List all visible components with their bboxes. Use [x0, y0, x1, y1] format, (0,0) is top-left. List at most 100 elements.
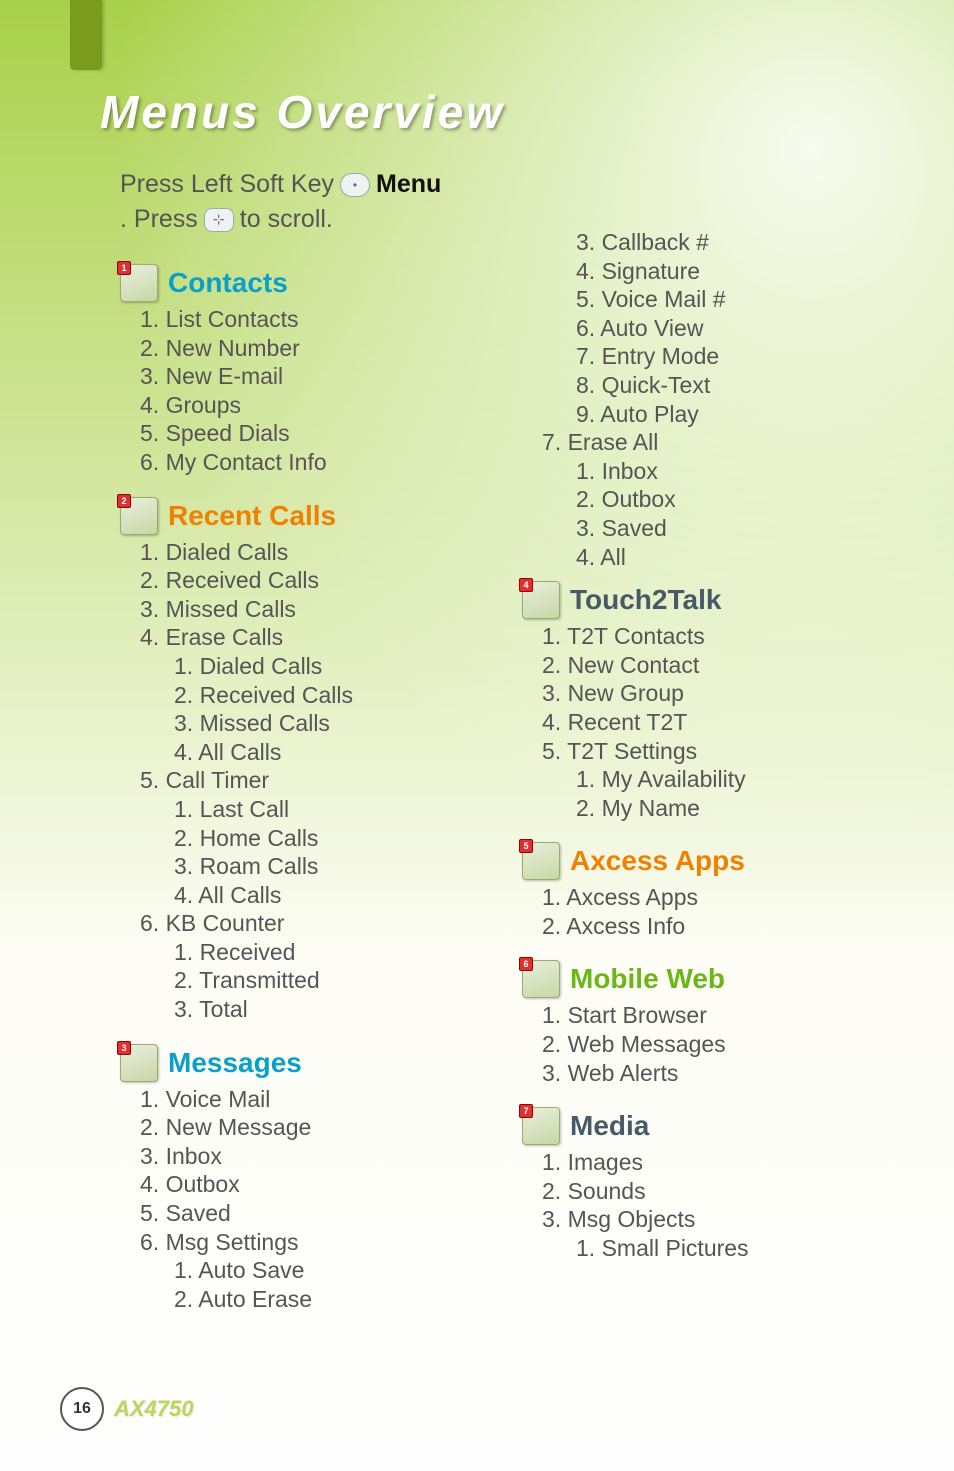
- list-item: 4. Outbox: [140, 1171, 492, 1199]
- section-title: Messages: [168, 1047, 302, 1079]
- section-title: Mobile Web: [570, 963, 725, 995]
- list-item: 3. Web Alerts: [542, 1060, 894, 1088]
- list-item: 2. New Message: [140, 1114, 492, 1142]
- right-column: . 3. Callback # 4. Signature 5. Voice Ma…: [522, 170, 894, 1351]
- list-item: 1. Received: [174, 939, 492, 967]
- list-item: 2. Home Calls: [174, 825, 492, 853]
- section-title: Media: [570, 1110, 649, 1142]
- list-item: 3. Callback #: [576, 229, 894, 257]
- instruction-text-3: to scroll.: [240, 205, 333, 234]
- list-item: 2. Transmitted: [174, 967, 492, 995]
- list-item: 1. List Contacts: [140, 306, 492, 334]
- list-item: 1. Images: [542, 1149, 894, 1177]
- list-item: 2. Received Calls: [174, 682, 492, 710]
- list-item: 6. KB Counter: [140, 910, 492, 938]
- list-item: 4. Recent T2T: [542, 709, 894, 737]
- section-messages: 3 Messages 1. Voice Mail 2. New Message …: [120, 1044, 492, 1314]
- section-title: Axcess Apps: [570, 845, 745, 877]
- menu-word: Menu: [376, 170, 441, 199]
- list-item: 1. My Availability: [576, 766, 894, 794]
- soft-key-icon: [340, 173, 370, 197]
- list-item: 6. My Contact Info: [140, 449, 492, 477]
- page-number: 16: [60, 1387, 104, 1431]
- list-item: 1. Small Pictures: [576, 1235, 894, 1263]
- list-item: 2. Outbox: [576, 486, 894, 514]
- list-item: 2. Axcess Info: [542, 913, 894, 941]
- badge: 1: [117, 261, 131, 275]
- list-item: 2. Sounds: [542, 1178, 894, 1206]
- list-item: 4. Signature: [576, 258, 894, 286]
- list-item: 1. T2T Contacts: [542, 623, 894, 651]
- section-touch2talk: 4 Touch2Talk 1. T2T Contacts 2. New Cont…: [522, 581, 894, 822]
- list-item: 4. Erase Calls: [140, 624, 492, 652]
- section-axcess-apps: 5 Axcess Apps 1. Axcess Apps 2. Axcess I…: [522, 842, 894, 940]
- list-item: 7. Erase All: [542, 429, 894, 457]
- instruction-line: Press Left Soft Key Menu . Press to scrol…: [120, 170, 492, 234]
- list-item: 5. T2T Settings: [542, 738, 894, 766]
- list-item: 2. Web Messages: [542, 1031, 894, 1059]
- media-icon: 7: [522, 1107, 560, 1145]
- list-item: 3. Missed Calls: [140, 596, 492, 624]
- list-item: 3. Msg Objects: [542, 1206, 894, 1234]
- list-item: 3. New Group: [542, 680, 894, 708]
- left-column: Press Left Soft Key Menu . Press to scrol…: [120, 170, 492, 1351]
- badge: 5: [519, 839, 533, 853]
- contacts-icon: 1: [120, 264, 158, 302]
- badge: 7: [519, 1104, 533, 1118]
- list-item: 8. Quick-Text: [576, 372, 894, 400]
- section-mobile-web: 6 Mobile Web 1. Start Browser 2. Web Mes…: [522, 960, 894, 1087]
- section-title: Touch2Talk: [570, 584, 721, 616]
- list-item: 5. Saved: [140, 1200, 492, 1228]
- list-item: 2. New Number: [140, 335, 492, 363]
- list-item: 4. All Calls: [174, 739, 492, 767]
- list-item: 4. Groups: [140, 392, 492, 420]
- list-item: 4. All Calls: [174, 882, 492, 910]
- section-contacts: 1 Contacts 1. List Contacts 2. New Numbe…: [120, 264, 492, 477]
- list-item: 1. Start Browser: [542, 1002, 894, 1030]
- section-media: 7 Media 1. Images 2. Sounds 3. Msg Objec…: [522, 1107, 894, 1262]
- list-item: 1. Auto Save: [174, 1257, 492, 1285]
- touch2talk-icon: 4: [522, 581, 560, 619]
- list-item: 1. Dialed Calls: [174, 653, 492, 681]
- list-item: 3. Total: [174, 996, 492, 1024]
- content-area: Press Left Soft Key Menu . Press to scrol…: [120, 170, 894, 1351]
- list-item: 3. Saved: [576, 515, 894, 543]
- list-item: 3. Inbox: [140, 1143, 492, 1171]
- list-item: 2. New Contact: [542, 652, 894, 680]
- instruction-text-2: . Press: [120, 205, 198, 234]
- list-item: 1. Inbox: [576, 458, 894, 486]
- instruction-text-1: Press Left Soft Key: [120, 170, 334, 199]
- contacts-list: 1. List Contacts 2. New Number 3. New E-…: [120, 306, 492, 477]
- list-item: 1. Axcess Apps: [542, 884, 894, 912]
- dpad-icon: [204, 208, 234, 232]
- list-item: 2. My Name: [576, 795, 894, 823]
- list-item: 7. Entry Mode: [576, 343, 894, 371]
- section-title: Contacts: [168, 267, 288, 299]
- list-item: 9. Auto Play: [576, 401, 894, 429]
- mobile-web-icon: 6: [522, 960, 560, 998]
- list-item: 3. New E-mail: [140, 363, 492, 391]
- messages-continuation: 3. Callback # 4. Signature 5. Voice Mail…: [522, 229, 894, 571]
- recent-calls-icon: 2: [120, 497, 158, 535]
- section-title: Recent Calls: [168, 500, 336, 532]
- section-recent-calls: 2 Recent Calls 1. Dialed Calls 2. Receiv…: [120, 497, 492, 1024]
- badge: 6: [519, 957, 533, 971]
- list-item: 5. Call Timer: [140, 767, 492, 795]
- list-item: 5. Voice Mail #: [576, 286, 894, 314]
- page-title: Menus Overview: [100, 85, 505, 139]
- list-item: 1. Dialed Calls: [140, 539, 492, 567]
- model-label: AX4750: [114, 1396, 194, 1422]
- list-item: 1. Voice Mail: [140, 1086, 492, 1114]
- list-item: 6. Auto View: [576, 315, 894, 343]
- badge: 3: [117, 1041, 131, 1055]
- list-item: 5. Speed Dials: [140, 420, 492, 448]
- messages-icon: 3: [120, 1044, 158, 1082]
- axcess-icon: 5: [522, 842, 560, 880]
- spine-decoration: [70, 0, 102, 70]
- list-item: 2. Received Calls: [140, 567, 492, 595]
- list-item: 2. Auto Erase: [174, 1286, 492, 1314]
- list-item: 3. Missed Calls: [174, 710, 492, 738]
- list-item: 3. Roam Calls: [174, 853, 492, 881]
- badge: 2: [117, 494, 131, 508]
- list-item: 6. Msg Settings: [140, 1229, 492, 1257]
